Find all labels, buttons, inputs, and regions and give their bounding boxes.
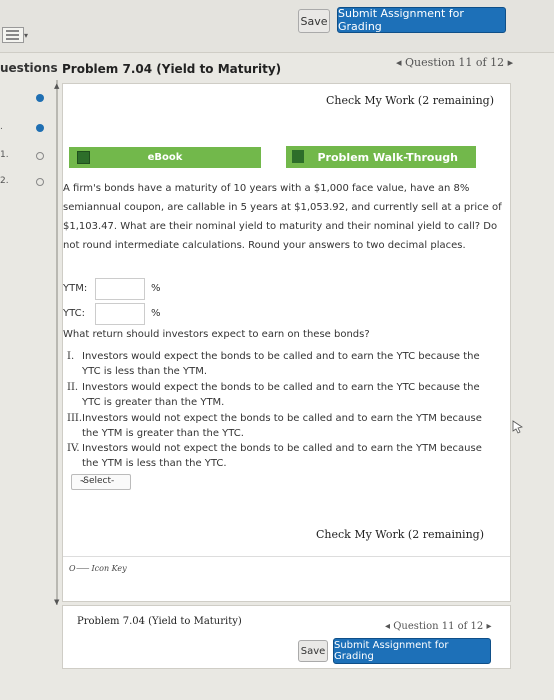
problem-title: Problem 7.04 (Yield to Maturity) [62, 62, 282, 76]
save-button[interactable]: Save [298, 9, 330, 33]
question-text: A firm's bonds have a maturity of 10 yea… [63, 183, 502, 251]
footer-problem-title: Problem 7.04 (Yield to Maturity) [77, 616, 242, 627]
scroll-up-icon[interactable]: ▲ [54, 82, 59, 90]
scroll-down-icon[interactable]: ▼ [54, 598, 59, 606]
ebook-label: eBook [147, 152, 183, 163]
ytc-row: YTC: % [63, 303, 183, 325]
footer-question-navigator[interactable]: ◂ Question 11 of 12 ▸ [385, 621, 491, 632]
ytm-row: YTM: % [63, 278, 183, 300]
ytc-label: YTC: [63, 308, 85, 319]
footer-bar: Problem 7.04 (Yield to Maturity) ◂ Quest… [62, 605, 511, 669]
ebook-button[interactable]: eBook [69, 147, 261, 168]
sidebar-item[interactable]: 2. [0, 176, 50, 190]
problem-header: uestions Problem 7.04 (Yield to Maturity… [0, 55, 554, 80]
caret-down-icon[interactable]: ▾ [24, 31, 28, 40]
answered-dot-icon [36, 94, 44, 102]
walkthrough-label: Problem Walk-Through [317, 150, 459, 164]
question-text-2: What return should investors expect to e… [63, 329, 370, 340]
chevron-down-icon: ⌄ [80, 475, 87, 484]
answer-select[interactable]: -Select- ⌄ [71, 474, 131, 490]
submit-assignment-button[interactable]: Submit Assignment for Grading [337, 7, 506, 33]
sidebar-item[interactable]: 1. [0, 150, 50, 164]
ytm-input[interactable] [95, 278, 145, 300]
book-icon [77, 151, 90, 164]
question-sidebar: . 1. 2. [0, 80, 50, 620]
ytc-input[interactable] [95, 303, 145, 325]
option-item: I. Investors would expect the bonds to b… [67, 351, 480, 377]
mouse-cursor-icon [512, 420, 523, 434]
footer-save-button[interactable]: Save [298, 640, 328, 662]
document-icon [292, 150, 304, 163]
open-circle-icon [36, 152, 44, 160]
open-circle-icon [36, 178, 44, 186]
sidebar-item[interactable]: . [0, 122, 50, 136]
option-item: IV. Investors would not expect the bonds… [67, 443, 482, 469]
sidebar-scrollbar[interactable] [56, 80, 58, 605]
sidebar-item[interactable] [0, 92, 50, 106]
option-item: II. Investors would expect the bonds to … [67, 382, 480, 408]
menu-icon[interactable] [2, 27, 24, 43]
problem-panel: Check My Work (2 remaining) eBook Proble… [62, 83, 511, 602]
icon-key-link[interactable]: O⸺ Icon Key [69, 563, 127, 574]
icon-key-label: Icon Key [91, 564, 127, 573]
check-my-work-link[interactable]: Check My Work (2 remaining) [326, 94, 494, 107]
footer-submit-button[interactable]: Submit Assignment for Grading [333, 638, 491, 664]
ytm-label: YTM: [63, 283, 88, 294]
question-navigator[interactable]: ◂ Question 11 of 12 ▸ [396, 56, 513, 69]
check-my-work-link-bottom[interactable]: Check My Work (2 remaining) [316, 528, 484, 541]
divider [63, 556, 510, 557]
key-icon: O⸺ [69, 564, 89, 573]
percent-unit: % [151, 308, 161, 319]
top-toolbar: ▾ Save Submit Assignment for Grading [0, 0, 554, 53]
problem-walkthrough-button[interactable]: Problem Walk-Through [286, 146, 476, 168]
questions-tab[interactable]: uestions [0, 61, 58, 75]
option-item: III. Investors would not expect the bond… [67, 413, 482, 439]
percent-unit: % [151, 283, 161, 294]
answered-dot-icon [36, 124, 44, 132]
